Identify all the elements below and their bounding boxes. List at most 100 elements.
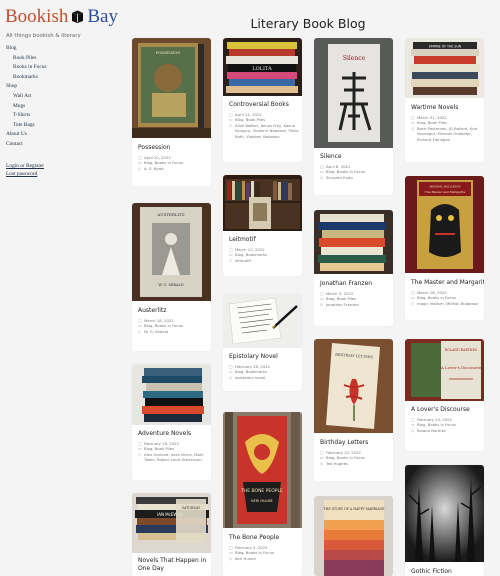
- cover-text-sebald: W. G. SEBALD: [158, 283, 183, 287]
- nav-item-blog[interactable]: Blog: [6, 44, 47, 54]
- post-image-birthday-letters[interactable]: BIRTHDAY LETTERS: [314, 339, 393, 433]
- cover-text-austerlitz: AUSTERLITZ: [156, 212, 185, 217]
- post-meta: ▢ February 14, 2022 ▭ Blog, Books in Focus…: [411, 417, 481, 433]
- post-tags[interactable]: Keri Hulme: [235, 556, 299, 561]
- post-tags[interactable]: Roland Barthes: [417, 428, 481, 433]
- post-title[interactable]: The Bone People: [229, 534, 298, 542]
- nav-item-shop[interactable]: Shop: [6, 82, 47, 92]
- post-card[interactable]: ROLAND BARTHES A Lover's Discourse A Lov…: [405, 339, 484, 451]
- post-title[interactable]: Gothic Fiction: [411, 568, 480, 576]
- post-title[interactable]: Adventure Novels: [138, 430, 207, 438]
- post-title[interactable]: Austerlitz: [138, 307, 207, 315]
- post-tags[interactable]: Ted Hughes: [326, 461, 390, 466]
- nav-item-tote-bags[interactable]: Tote Bags: [6, 121, 47, 131]
- page-scrollbar[interactable]: [496, 200, 500, 260]
- post-card[interactable]: THE STORY OF A HAPPY MARRIAGE: [314, 496, 393, 576]
- post-image-jonathan-franzen[interactable]: [314, 210, 393, 274]
- post-tags[interactable]: Jonathan Franzen: [326, 302, 390, 307]
- cover-text-barthes: ROLAND BARTHES: [445, 348, 477, 352]
- site-tagline: All things bookish & literary: [6, 33, 81, 39]
- post-meta: ▢ February 18, 2022 ▭ Blog, Book Piles ◇ Al…: [138, 441, 208, 463]
- post-tags[interactable]: Alice Walker, James Frey, Kazuo Ishiguro…: [235, 123, 299, 139]
- post-meta: ▢ April 14, 2022 ▭ Blog, Book Piles ◇ Alice…: [229, 112, 299, 139]
- post-card[interactable]: BIRTHDAY LETTERS Birthday Letters ▢ Febru…: [314, 339, 393, 481]
- cover-text-bone-people: THE BONE PEOPLE: [240, 488, 283, 494]
- login-register-link[interactable]: Login or Register: [6, 162, 44, 170]
- cover-text-lolita: LOLITA: [252, 66, 272, 72]
- nav-item-mugs[interactable]: Mugs: [6, 102, 47, 112]
- nav-item-contact[interactable]: Contact: [6, 140, 47, 150]
- post-image-the-bone-people[interactable]: THE BONE PEOPLE KERI HULME: [223, 412, 302, 528]
- auth-links: Login or Register Lost password: [6, 162, 44, 178]
- post-card[interactable]: THE BONE PEOPLE KERI HULME The Bone Peop…: [223, 412, 302, 576]
- post-title[interactable]: Wartime Novels: [411, 104, 480, 112]
- post-image-leitmotif[interactable]: [223, 175, 302, 231]
- page-title: Literary Book Blog: [250, 16, 366, 31]
- post-tags[interactable]: Alex Garland, Jules Verne, Mark Twain, R…: [144, 452, 208, 463]
- nav-item-bookmarks[interactable]: Bookmarks: [6, 73, 47, 83]
- post-meta: ▢ March 31, 2022 ▭ Blog, Book Piles ◇ Boris…: [411, 115, 481, 142]
- cover-text-silence: Silence: [343, 55, 366, 62]
- post-tags[interactable]: magic realism, Mikhail Bulgakov: [417, 301, 481, 306]
- cover-text-master-author: MIKHAIL BULGAKOV: [429, 185, 461, 189]
- post-card[interactable]: Silence Silence ▢ April 8, 2022 ▭ Blog, Bo…: [314, 38, 393, 195]
- post-card[interactable]: Leitmotif ▢ March 10, 2022 ▭ Blog, Bookmar…: [223, 175, 302, 276]
- post-image-gothic-fiction[interactable]: [405, 465, 484, 562]
- nav-item-books-in-focus[interactable]: Books in Focus: [6, 63, 47, 73]
- post-card[interactable]: POSSESSION Possession ▢ April 20, 2022 ▭ B…: [132, 38, 211, 186]
- post-image-adventure-novels[interactable]: [132, 364, 211, 425]
- post-image-happy-marriage[interactable]: THE STORY OF A HAPPY MARRIAGE: [314, 496, 393, 576]
- post-title[interactable]: Controversial Books: [229, 101, 298, 109]
- post-image-silence[interactable]: Silence: [314, 38, 393, 148]
- nav-item-t-shirts[interactable]: T-Shirts: [6, 111, 47, 121]
- post-meta: ▢ April 20, 2022 ▭ Blog, Books in Focus ◇ A…: [138, 155, 208, 171]
- post-meta: ▢ March 16, 2022 ▭ Blog, Books in Focus ◇ m…: [411, 290, 481, 306]
- cover-text-happy-marriage: THE STORY OF A HAPPY MARRIAGE: [323, 507, 385, 511]
- post-image-possession[interactable]: POSSESSION: [132, 38, 211, 138]
- post-tags[interactable]: epistolary novel: [235, 375, 299, 380]
- post-image-epistolary-novel[interactable]: [223, 294, 302, 348]
- logo-word-2: Bay: [87, 6, 118, 27]
- cover-text-hulme: KERI HULME: [251, 499, 272, 503]
- post-title[interactable]: Novels That Happen in One Day: [138, 557, 207, 573]
- post-image-austerlitz[interactable]: AUSTERLITZ W. G. SEBALD: [132, 203, 211, 301]
- post-tags[interactable]: Boris Pasternak, JG Ballard, Kurt Vonneg…: [417, 126, 481, 142]
- nav-item-book-piles[interactable]: Book Piles: [6, 54, 47, 64]
- lost-password-link[interactable]: Lost password: [6, 170, 44, 178]
- post-title[interactable]: A Lover's Discourse: [411, 406, 480, 414]
- post-card[interactable]: MIKHAIL BULGAKOV The Master and Margarit…: [405, 176, 484, 320]
- post-title[interactable]: Jonathan Franzen: [320, 280, 389, 288]
- post-title[interactable]: Possession: [138, 144, 207, 152]
- site-logo[interactable]: Bookish Bay: [5, 6, 118, 30]
- nav-item-wall-art[interactable]: Wall Art: [6, 92, 47, 102]
- nav-item-about-us[interactable]: About Us: [6, 130, 47, 140]
- post-title[interactable]: Leitmotif: [229, 236, 298, 244]
- post-tags[interactable]: leitmotif: [235, 258, 299, 263]
- post-card[interactable]: Adventure Novels ▢ February 18, 2022 ▭ Blo…: [132, 364, 211, 480]
- post-image-controversial-books[interactable]: LOLITA: [223, 38, 302, 96]
- post-meta: ▢ March 18, 2022 ▭ Blog, Books in Focus ◇ W…: [138, 318, 208, 334]
- post-title[interactable]: Epistolary Novel: [229, 353, 298, 361]
- post-meta: ▢ February 10, 2022 ▭ Blog, Books in Focus…: [320, 450, 390, 466]
- post-card[interactable]: Gothic Fiction: [405, 465, 484, 576]
- post-tags[interactable]: W. G. Sebald: [144, 329, 208, 334]
- post-card[interactable]: AUSTERLITZ W. G. SEBALD Austerlitz ▢ Marc…: [132, 203, 211, 351]
- post-card[interactable]: Epistolary Novel ▢ February 28, 2022 ▭ Blo…: [223, 294, 302, 391]
- post-title[interactable]: The Master and Margarita: [411, 279, 484, 287]
- cover-text-possession: POSSESSION: [156, 51, 181, 55]
- post-card[interactable]: IAN McEWAN SATURDAY Novels That Happen i…: [132, 493, 211, 576]
- post-image-wartime-novels[interactable]: EMPIRE OF THE SUN: [405, 38, 484, 98]
- post-image-one-day[interactable]: IAN McEWAN SATURDAY: [132, 493, 211, 553]
- cover-text-master-title: The Master and Margarita: [425, 190, 466, 194]
- post-image-lovers-discourse[interactable]: ROLAND BARTHES A Lover's Discourse: [405, 339, 484, 401]
- post-meta: ▢ February 3, 2022 ▭ Blog, Books in Focus …: [229, 545, 299, 561]
- post-title[interactable]: Birthday Letters: [320, 439, 389, 447]
- post-tags[interactable]: A. S. Byatt: [144, 166, 208, 171]
- post-card[interactable]: EMPIRE OF THE SUN Wartime Novels ▢ March …: [405, 38, 484, 162]
- book-logo-icon: [70, 8, 85, 30]
- post-card[interactable]: LOLITA Controversial Books ▢ April 14, 20…: [223, 38, 302, 162]
- post-title[interactable]: Silence: [320, 153, 389, 161]
- post-tags[interactable]: Shusaku Endo: [326, 175, 390, 180]
- post-card[interactable]: Jonathan Franzen ▢ March 3, 2022 ▭ Blog, B…: [314, 210, 393, 326]
- post-image-master-margarita[interactable]: MIKHAIL BULGAKOV The Master and Margarit…: [405, 176, 484, 273]
